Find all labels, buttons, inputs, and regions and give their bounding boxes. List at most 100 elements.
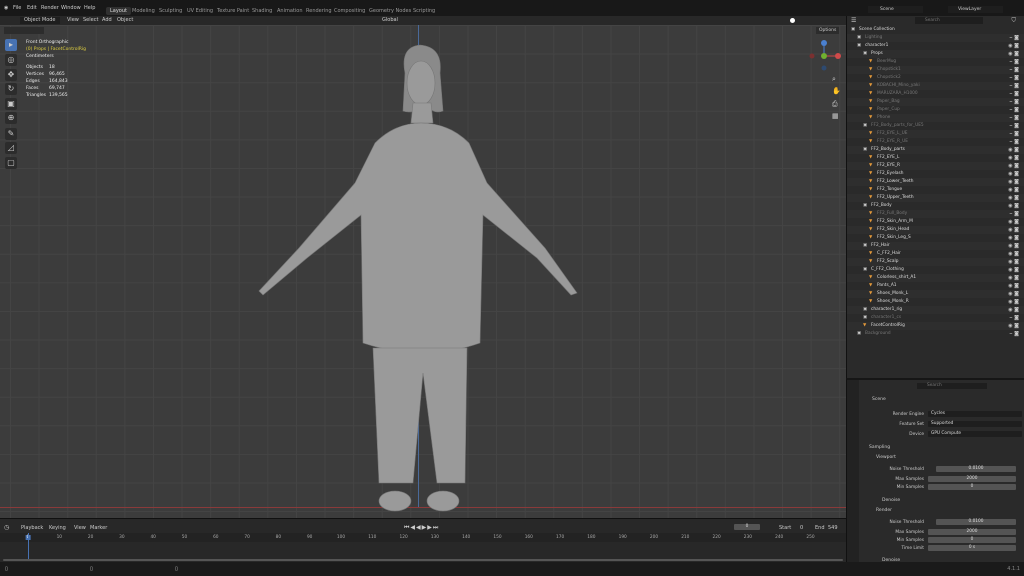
hidden-eye-icon[interactable]: ⌣ ◙ [1009,314,1019,322]
outliner-row[interactable]: ▼ FF2_EYE_L_UE ⌣ ◙ [847,130,1024,138]
scene-selector[interactable]: Scene [868,6,923,13]
hidden-eye-icon[interactable]: ⌣ ◙ [1009,330,1019,338]
viewport-subpanel-header[interactable]: Viewport [876,455,896,460]
filter-icon[interactable]: ⛉ [1011,17,1016,25]
sampling-panel-header[interactable]: Sampling [869,445,890,450]
tab-uv-editing[interactable]: UV Editing [183,7,217,15]
outliner-search-input[interactable]: Search [915,17,983,24]
tab-compositing[interactable]: Compositing [330,7,369,15]
add-cube-tool[interactable]: ▢ [5,157,17,169]
options-button[interactable]: Options [816,27,840,34]
outliner-item-name[interactable]: C_FF2_Clothing [871,266,904,274]
outliner-item-name[interactable]: FF2_Body [871,202,892,210]
eye-icon[interactable]: ◉ ◙ [1008,194,1019,202]
outliner-item-name[interactable]: FF2_Eyelash [877,170,904,178]
outliner-item-name[interactable]: Paper_Cup [877,106,900,114]
mode-selector[interactable]: Object Mode [20,17,60,24]
outliner-item-name[interactable]: Chopstick1 [877,66,901,74]
hidden-eye-icon[interactable]: ⌣ ◙ [1009,98,1019,106]
marker-menu[interactable]: Marker [90,525,107,531]
eye-icon[interactable]: ◉ ◙ [1008,242,1019,250]
end-frame-field[interactable]: 549 [828,525,838,531]
hidden-eye-icon[interactable]: ⌣ ◙ [1009,114,1019,122]
properties-search-input[interactable]: Search [917,383,987,389]
keying-menu[interactable]: Keying [49,525,66,531]
outliner-row[interactable]: ▼ Paper_Cup ⌣ ◙ [847,106,1024,114]
eye-icon[interactable]: ◉ ◙ [1008,178,1019,186]
menu-select[interactable]: Select [83,17,98,24]
vp-max-samples-field[interactable]: 2000 [928,476,1016,482]
scale-tool[interactable]: ▣ [5,98,17,110]
outliner-item-name[interactable]: Shoes_Monk_R [877,298,909,306]
hidden-eye-icon[interactable]: ⌣ ◙ [1009,58,1019,66]
outliner-row[interactable]: ▼ FF2_Eyelash ◉ ◙ [847,170,1024,178]
outliner-row[interactable]: ▼ FF2_Skin_Arm_M ◉ ◙ [847,218,1024,226]
outliner-item-name[interactable]: FF2_Hair [871,242,890,250]
3d-viewport[interactable]: ▸ ◎ ✥ ↻ ▣ ⊕ ✎ ◿ ▢ Front Orthographic (0)… [0,25,846,518]
vp-denoise-checkbox[interactable]: Denoise [882,498,900,503]
eye-icon[interactable]: ◉ ◙ [1008,250,1019,258]
outliner-item-name[interactable]: KOBACHI_Mino_yaki [877,82,920,90]
r-noise-threshold-field[interactable]: 0.0100 [936,519,1016,525]
navigation-gizmo[interactable] [806,37,842,73]
annotate-tool[interactable]: ✎ [5,128,17,140]
eye-icon[interactable]: ◉ ◙ [1008,154,1019,162]
eye-icon[interactable]: ◉ ◙ [1008,234,1019,242]
outliner-row[interactable]: ▣ C_FF2_Clothing ◉ ◙ [847,266,1024,274]
outliner-row[interactable]: ▼ FF2_EYE_R_UE ⌣ ◙ [847,138,1024,146]
outliner-item-name[interactable]: FF2_Lower_Teeth [877,178,913,186]
outliner-row[interactable]: ▼ Shoes_Monk_R ◉ ◙ [847,298,1024,306]
outliner-item-name[interactable]: BeerMug [877,58,896,66]
outliner-row[interactable]: ▼ FF2_Tongue ◉ ◙ [847,186,1024,194]
outliner-item-name[interactable]: character1_cs [871,314,901,322]
outliner-row[interactable]: ▣ Background ⌣ ◙ [847,330,1024,338]
outliner-row[interactable]: ▼ Shoes_Monk_L ◉ ◙ [847,290,1024,298]
outliner-row[interactable]: ▣ Lighting ⌣ ◙ [847,34,1024,42]
outliner-row[interactable]: ▼ Chopstick2 ⌣ ◙ [847,74,1024,82]
outliner-row[interactable]: ▼ FF2_Full_Body ⌣ ◙ [847,210,1024,218]
playback-controls[interactable]: ⏮◀◀▶▶⏭ [404,524,439,532]
outliner-item-name[interactable]: FF2_EYE_R_UE [877,138,908,146]
outliner-item-name[interactable]: Shoes_Monk_L [877,290,908,298]
outliner-row[interactable]: ▼ FF2_Upper_Teeth ◉ ◙ [847,194,1024,202]
outliner-row[interactable]: ▼ KOBACHI_Mino_yaki ⌣ ◙ [847,82,1024,90]
view-menu[interactable]: View [74,525,86,531]
outliner-row[interactable]: ▼ C_FF2_Hair ◉ ◙ [847,250,1024,258]
outliner-row[interactable]: ▣ character1_cs ⌣ ◙ [847,314,1024,322]
outliner-row[interactable]: ▣ FF2_Body_parts_for_UE5 ⌣ ◙ [847,122,1024,130]
tab-sculpting[interactable]: Sculpting [155,7,186,15]
eye-icon[interactable]: ◉ ◙ [1008,282,1019,290]
pan-hand-icon[interactable]: ✋ [832,87,841,95]
eye-icon[interactable]: ◉ ◙ [1008,258,1019,266]
hidden-eye-icon[interactable]: ⌣ ◙ [1009,210,1019,218]
outliner-row[interactable]: ▣ FF2_Body ◉ ◙ [847,202,1024,210]
hidden-eye-icon[interactable]: ⌣ ◙ [1009,34,1019,42]
outliner-item-name[interactable]: FF2_EYE_R [877,162,900,170]
eye-icon[interactable]: ◉ ◙ [1008,162,1019,170]
eye-icon[interactable]: ◉ ◙ [1008,322,1019,330]
hidden-eye-icon[interactable]: ⌣ ◙ [1009,138,1019,146]
outliner-item-name[interactable]: FF2_Upper_Teeth [877,194,914,202]
measure-tool[interactable]: ◿ [5,142,17,154]
outliner-item-name[interactable]: FacetControlRig [871,322,905,330]
character-model[interactable] [255,43,585,513]
rotate-tool[interactable]: ↻ [5,83,17,95]
outliner-item-name[interactable]: Pants_A1 [877,282,897,290]
outliner-row[interactable]: ▣ character1_rig ◉ ◙ [847,306,1024,314]
menu-help[interactable]: Help [84,5,95,11]
outliner-row[interactable]: ▼ BeerMug ⌣ ◙ [847,58,1024,66]
view-layer-selector[interactable]: ViewLayer [948,6,1003,13]
orientation-selector[interactable]: Global [382,17,398,24]
camera-view-icon[interactable]: ⎙ [832,100,838,109]
playback-menu[interactable]: Playback [21,525,43,531]
eye-icon[interactable]: ◉ ◙ [1008,298,1019,306]
eye-icon[interactable]: ◉ ◙ [1008,186,1019,194]
menu-file[interactable]: File [13,5,21,11]
tab-geometry-nodes[interactable]: Geometry Nodes [365,7,415,15]
eye-icon[interactable]: ◉ ◙ [1008,202,1019,210]
outliner-row[interactable]: ▼ Phone ⌣ ◙ [847,114,1024,122]
menu-add[interactable]: Add [102,17,112,24]
menu-view[interactable]: View [67,17,79,24]
render-engine-select[interactable]: Cycles [928,411,1022,417]
outliner-row[interactable]: ▣ FF2_Hair ◉ ◙ [847,242,1024,250]
